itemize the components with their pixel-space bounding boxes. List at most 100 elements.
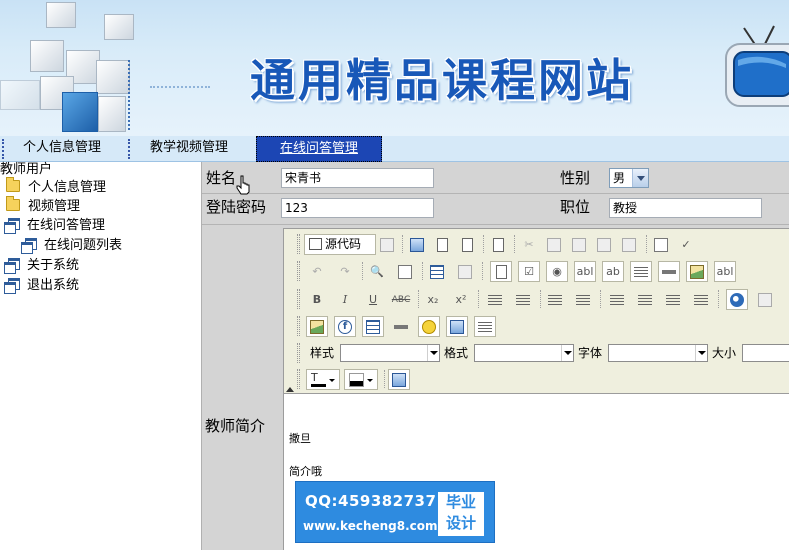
watermark-qq: QQ:459382737 xyxy=(305,492,437,510)
toolbar-grip xyxy=(297,261,300,281)
indent-icon[interactable] xyxy=(572,289,594,310)
templates-icon[interactable] xyxy=(487,234,509,255)
new-page-icon[interactable] xyxy=(431,234,453,255)
justify-icon[interactable] xyxy=(690,289,712,310)
paste-text-icon[interactable] xyxy=(593,234,615,255)
checkbox-icon[interactable]: ☑ xyxy=(518,261,540,282)
toolbar-separator xyxy=(478,290,479,308)
tab-personal-info[interactable]: 个人信息管理 xyxy=(6,136,118,162)
paste-word-icon[interactable] xyxy=(618,234,640,255)
format-combo[interactable] xyxy=(474,344,574,362)
remove-format-icon[interactable] xyxy=(454,261,476,282)
button-field-icon[interactable] xyxy=(658,261,680,282)
strikethrough-icon[interactable]: ABC xyxy=(390,289,412,310)
window-icon xyxy=(4,218,20,234)
special-char-icon[interactable] xyxy=(446,316,468,337)
style-combo[interactable] xyxy=(340,344,440,362)
sidebar-item-logout[interactable]: 退出系统 xyxy=(4,277,79,295)
underline-icon[interactable]: U xyxy=(362,289,384,310)
nav-separator xyxy=(128,139,130,159)
find-icon[interactable]: 🔍 xyxy=(366,261,388,282)
subscript-icon[interactable]: x₂ xyxy=(422,289,444,310)
toolbar-grip xyxy=(297,234,300,254)
folder-icon xyxy=(6,196,20,211)
sidebar-item-question-list[interactable]: 在线问题列表 xyxy=(21,237,122,255)
bulleted-list-icon[interactable] xyxy=(512,289,534,310)
chevron-down-icon xyxy=(367,379,373,382)
select-field-icon[interactable] xyxy=(630,261,652,282)
sidebar-item-video[interactable]: 视频管理 xyxy=(6,196,80,216)
numbered-list-icon[interactable] xyxy=(484,289,506,310)
link-icon[interactable] xyxy=(726,289,748,310)
name-input[interactable]: 宋青书 xyxy=(281,168,434,188)
image-button-icon[interactable] xyxy=(686,261,708,282)
font-combo-label: 字体 xyxy=(578,346,603,360)
print-icon[interactable] xyxy=(650,234,672,255)
table-icon[interactable] xyxy=(362,316,384,337)
outdent-icon[interactable] xyxy=(544,289,566,310)
bold-icon[interactable]: B xyxy=(306,289,328,310)
collapse-toolbar-icon[interactable] xyxy=(286,387,294,392)
banner-cube-decoration xyxy=(104,14,134,40)
textarea-icon[interactable]: ab xyxy=(602,261,624,282)
undo-icon[interactable]: ↶ xyxy=(306,261,328,282)
font-combo[interactable] xyxy=(608,344,708,362)
horizontal-rule-icon[interactable] xyxy=(390,316,412,337)
sidebar-item-label: 在线问题列表 xyxy=(44,238,123,253)
source-code-button[interactable]: 源代码 xyxy=(304,234,376,255)
chevron-down-icon xyxy=(632,169,648,187)
toolbar-row: 样式 格式 字体 大小 xyxy=(284,340,789,366)
text-color-button[interactable]: T xyxy=(306,369,340,390)
select-all-icon[interactable] xyxy=(426,261,448,282)
replace-icon[interactable] xyxy=(394,261,416,282)
background-color-button[interactable] xyxy=(344,369,378,390)
paste-icon[interactable] xyxy=(568,234,590,255)
sidebar-item-personal-info[interactable]: 个人信息管理 xyxy=(6,177,106,197)
sidebar-item-online-qa[interactable]: 在线问答管理 xyxy=(4,217,105,235)
page-break-icon[interactable] xyxy=(474,316,496,337)
align-right-icon[interactable] xyxy=(662,289,684,310)
align-left-icon[interactable] xyxy=(606,289,628,310)
sidebar-item-about[interactable]: 关于系统 xyxy=(4,257,79,275)
nav-separator xyxy=(2,139,4,159)
preview-icon[interactable] xyxy=(456,234,478,255)
smiley-icon[interactable] xyxy=(418,316,440,337)
redo-icon[interactable]: ↷ xyxy=(334,261,356,282)
editor-content-line: 简介哦 xyxy=(289,465,322,478)
watermark-badge: 毕业 设计 xyxy=(438,492,484,536)
cut-icon[interactable]: ✂ xyxy=(518,234,540,255)
image-icon[interactable] xyxy=(306,316,328,337)
tab-online-qa[interactable]: 在线问答管理 xyxy=(256,136,382,162)
form-icon[interactable] xyxy=(490,261,512,282)
align-center-icon[interactable] xyxy=(634,289,656,310)
source-code-label: 源代码 xyxy=(325,237,362,251)
intro-label: 教师简介 xyxy=(205,417,266,435)
chevron-down-icon xyxy=(561,345,573,361)
text-field-icon[interactable]: abl xyxy=(574,261,596,282)
unlink-icon[interactable] xyxy=(754,289,776,310)
editor-content-area[interactable]: 撒旦 简介哦 QQ:459382737 www.kecheng8.com 毕业 … xyxy=(284,394,789,550)
save-doc-icon[interactable] xyxy=(376,234,398,255)
flash-icon[interactable]: f xyxy=(334,316,356,337)
italic-icon[interactable]: I xyxy=(334,289,356,310)
copy-icon[interactable] xyxy=(543,234,565,255)
tab-video-management[interactable]: 教学视频管理 xyxy=(134,136,244,162)
password-input[interactable]: 123 xyxy=(281,198,434,218)
toolbar-row: f xyxy=(284,313,789,339)
radio-icon[interactable]: ◉ xyxy=(546,261,568,282)
maximize-icon[interactable] xyxy=(388,369,410,390)
save-icon[interactable] xyxy=(406,234,428,255)
gender-select[interactable]: 男 xyxy=(609,168,649,188)
banner-cube-decoration xyxy=(46,2,76,28)
toolbar-separator xyxy=(422,262,423,280)
hidden-field-icon[interactable]: abl xyxy=(714,261,736,282)
watermark-banner: QQ:459382737 www.kecheng8.com 毕业 设计 xyxy=(295,481,495,543)
toolbar-grip xyxy=(297,343,300,363)
spellcheck-icon[interactable]: ✓ xyxy=(675,234,697,255)
superscript-icon[interactable]: x² xyxy=(450,289,472,310)
watermark-site: www.kecheng8.com xyxy=(303,519,438,533)
toolbar-separator xyxy=(402,235,403,253)
gender-label: 性别 xyxy=(560,169,591,187)
size-combo[interactable] xyxy=(742,344,789,362)
position-input[interactable]: 教授 xyxy=(609,198,762,218)
